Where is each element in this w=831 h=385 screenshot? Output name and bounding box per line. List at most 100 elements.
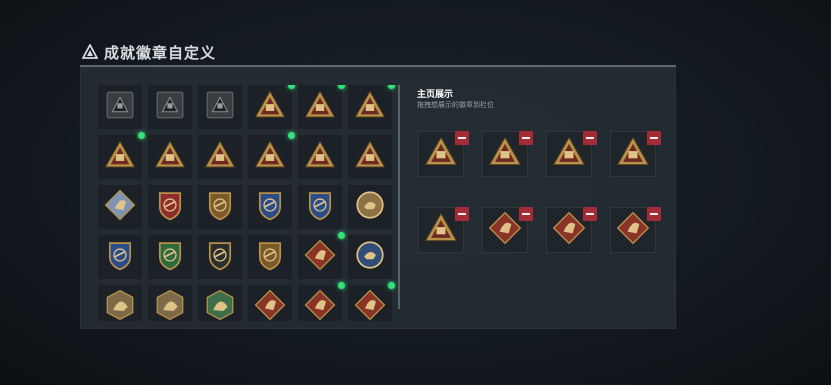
triangle-crate-icon (253, 138, 287, 176)
badge-slot[interactable] (198, 85, 242, 129)
badge-slot[interactable] (348, 135, 392, 179)
circle-gold-icon (353, 188, 387, 226)
minus-icon (650, 213, 658, 215)
remove-badge-button[interactable] (455, 207, 469, 221)
badge-slot[interactable] (248, 185, 292, 229)
hexagon-green-wolf-icon (203, 288, 237, 321)
new-indicator-dot (388, 282, 395, 289)
showcase-hint: 拖拽想展示的徽章到栏位 (417, 101, 494, 109)
badge-slot[interactable] (348, 185, 392, 229)
triangle-skull-icon (615, 134, 651, 174)
badge-collection-scroll[interactable] (98, 85, 398, 321)
triangle-soldier-icon (153, 138, 187, 176)
shield-blue-stars-icon (253, 188, 287, 226)
hexagon-eagle-icon (153, 288, 187, 321)
badge-slot[interactable] (98, 285, 142, 321)
triangle-bag-icon (353, 88, 387, 126)
square-helicopter-gray-icon (153, 88, 187, 126)
triangle-crate-icon (423, 134, 459, 174)
badge-slot[interactable] (98, 235, 142, 279)
diamond-wolf-icon (303, 288, 337, 321)
hexagon-dragon-icon (103, 288, 137, 321)
page-title: 成就徽章自定义 (104, 43, 217, 62)
new-indicator-dot (138, 132, 145, 139)
triangle-emblem-icon (82, 44, 98, 60)
minus-icon (650, 137, 658, 139)
remove-badge-button[interactable] (519, 131, 533, 145)
square-triangle-gray-icon (103, 88, 137, 126)
badge-slot[interactable] (298, 282, 345, 321)
minus-icon (522, 137, 530, 139)
badge-slot[interactable] (148, 85, 192, 129)
shield-red-laurel-icon (153, 188, 187, 226)
badge-slot[interactable] (248, 285, 292, 321)
minus-icon (586, 213, 594, 215)
badge-slot[interactable] (98, 132, 145, 179)
triangle-knife-icon (203, 138, 237, 176)
minus-icon (522, 213, 530, 215)
showcase-slot[interactable] (546, 131, 597, 177)
badge-slot[interactable] (148, 235, 192, 279)
showcase-slot[interactable] (610, 207, 661, 253)
page-title-bar: 成就徽章自定义 (82, 41, 216, 63)
badge-customize-panel: 主页展示 拖拽想展示的徽章到栏位 (80, 65, 676, 329)
showcase-slot[interactable] (546, 207, 597, 253)
triangle-skull-icon (303, 138, 337, 176)
badge-slot[interactable] (198, 135, 242, 179)
badge-slot[interactable] (298, 232, 345, 279)
badge-slot[interactable] (248, 235, 292, 279)
diamond-wolf-icon (353, 288, 387, 321)
badge-slot[interactable] (148, 285, 192, 321)
showcase-slot[interactable] (482, 131, 533, 177)
new-indicator-dot (288, 132, 295, 139)
scrollbar[interactable] (398, 85, 400, 309)
badge-slot[interactable] (298, 85, 345, 129)
diamond-wolf-icon (303, 238, 337, 276)
remove-badge-button[interactable] (455, 131, 469, 145)
remove-badge-button[interactable] (647, 207, 661, 221)
diamond-wolf-icon (615, 210, 651, 250)
minus-icon (586, 137, 594, 139)
new-indicator-dot (388, 85, 395, 89)
remove-badge-button[interactable] (583, 131, 597, 145)
shield-blue-wings-icon (303, 188, 337, 226)
triangle-soldiers-icon (353, 138, 387, 176)
badge-slot[interactable] (348, 235, 392, 279)
badge-slot[interactable] (348, 282, 395, 321)
remove-badge-button[interactable] (647, 131, 661, 145)
square-wings-gray-icon (203, 88, 237, 126)
badge-slot[interactable] (148, 135, 192, 179)
badge-slot[interactable] (248, 85, 295, 129)
shield-green-aircraft-icon (153, 238, 187, 276)
badge-slot[interactable] (148, 185, 192, 229)
new-indicator-dot (288, 85, 295, 89)
badge-slot[interactable] (298, 185, 342, 229)
showcase-slot[interactable] (418, 207, 469, 253)
badge-slot[interactable] (198, 235, 242, 279)
minus-icon (458, 137, 466, 139)
diamond-wolf-icon (551, 210, 587, 250)
showcase-slot[interactable] (482, 207, 533, 253)
shield-gold-eagle-icon (253, 238, 287, 276)
badge-slot[interactable] (348, 85, 395, 129)
new-indicator-dot (338, 282, 345, 289)
badge-slot[interactable] (248, 132, 295, 179)
triangle-medkit-icon (303, 88, 337, 126)
triangle-tank-icon (487, 134, 523, 174)
badge-collection-grid (98, 85, 398, 321)
shield-gold-icon (203, 188, 237, 226)
triangle-wings-icon (253, 88, 287, 126)
triangle-medkit-icon (551, 134, 587, 174)
badge-slot[interactable] (298, 135, 342, 179)
shield-blue-aircraft-icon (103, 238, 137, 276)
remove-badge-button[interactable] (583, 207, 597, 221)
badge-slot[interactable] (198, 285, 242, 321)
showcase-slot[interactable] (610, 131, 661, 177)
badge-slot[interactable] (198, 185, 242, 229)
new-indicator-dot (338, 85, 345, 89)
remove-badge-button[interactable] (519, 207, 533, 221)
diamond-wolf-icon (253, 288, 287, 321)
badge-slot[interactable] (98, 185, 142, 229)
badge-slot[interactable] (98, 85, 142, 129)
showcase-slot[interactable] (418, 131, 469, 177)
